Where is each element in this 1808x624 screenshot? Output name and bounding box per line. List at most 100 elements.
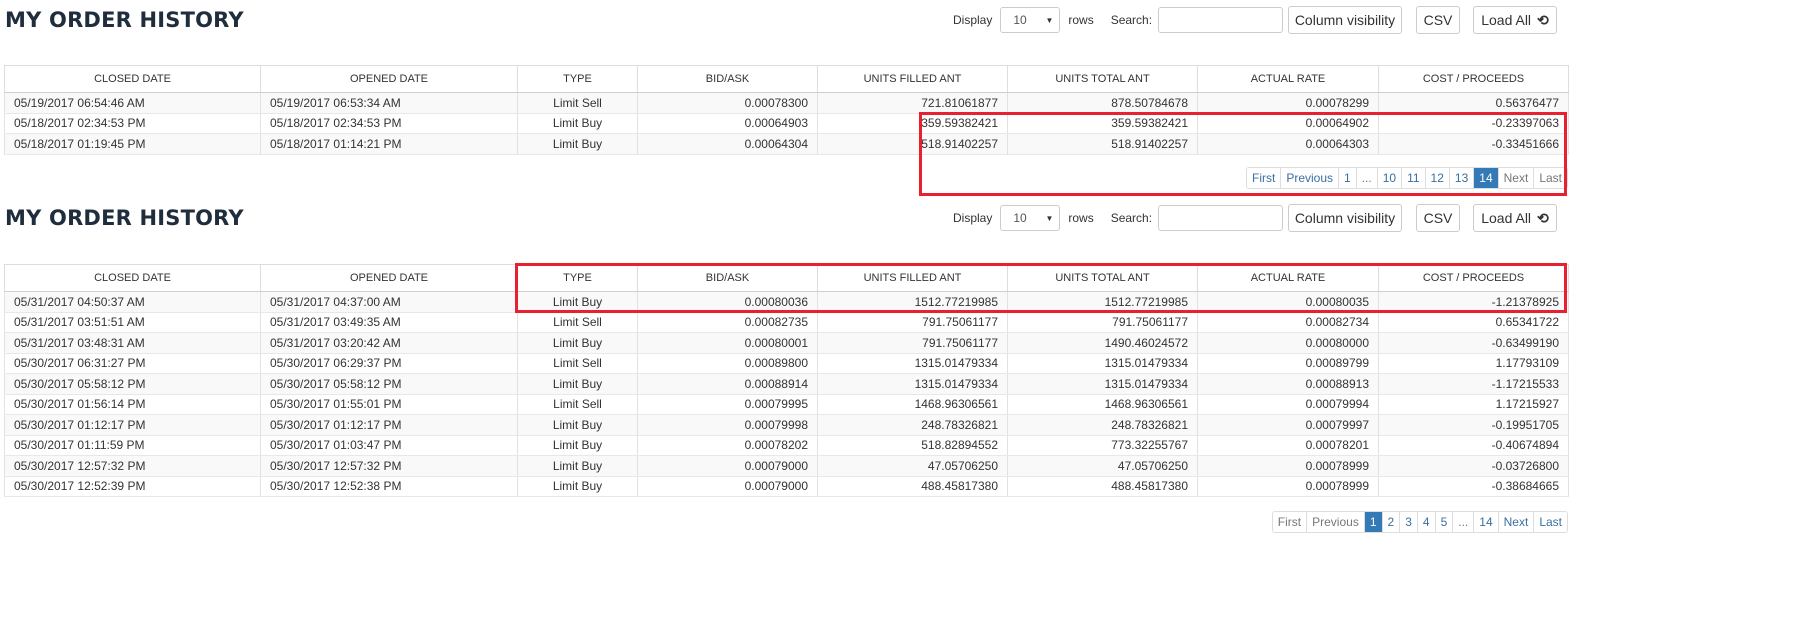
cell-closed-date: 05/30/2017 12:52:39 PM bbox=[4, 476, 261, 497]
column-header-closed-date[interactable]: CLOSED DATE bbox=[4, 65, 261, 93]
column-header-bid-ask[interactable]: BID/ASK bbox=[637, 65, 818, 93]
column-header-actual-rate[interactable]: ACTUAL RATE bbox=[1197, 65, 1379, 93]
pagination-page[interactable]: 3 bbox=[1400, 512, 1418, 532]
table-length-controls: Display 10 ▼ rows Search: bbox=[953, 6, 1284, 34]
table-row: 05/31/2017 03:48:31 AM 05/31/2017 03:20:… bbox=[4, 332, 1569, 354]
cell-bid-ask: 0.00079000 bbox=[637, 476, 818, 497]
cell-bid-ask: 0.00064304 bbox=[637, 133, 818, 155]
pagination-page[interactable]: 14 bbox=[1474, 512, 1499, 532]
pagination-first[interactable]: First bbox=[1247, 168, 1282, 188]
pagination-page[interactable]: 2 bbox=[1382, 512, 1401, 532]
pagination-last[interactable]: Last bbox=[1534, 512, 1567, 532]
table-row: 05/30/2017 05:58:12 PM 05/30/2017 05:58:… bbox=[4, 373, 1569, 395]
cell-cost-proceeds: -0.03726800 bbox=[1378, 455, 1569, 477]
cell-cost-proceeds: 1.17215927 bbox=[1378, 394, 1569, 415]
cell-opened-date: 05/19/2017 06:53:34 AM bbox=[260, 92, 518, 114]
pagination-page[interactable]: 13 bbox=[1449, 168, 1475, 188]
cell-type: Limit Buy bbox=[517, 332, 638, 354]
column-visibility-button[interactable]: Column visibility bbox=[1288, 6, 1402, 34]
pagination-ellipsis: ... bbox=[1356, 168, 1378, 188]
cell-units-filled: 359.59382421 bbox=[817, 113, 1008, 134]
rows-per-page-value: 10 bbox=[1013, 13, 1027, 27]
column-header-actual-rate[interactable]: ACTUAL RATE bbox=[1197, 264, 1379, 292]
cell-actual-rate: 0.00064303 bbox=[1197, 133, 1379, 155]
cell-type: Limit Buy bbox=[517, 291, 638, 313]
pagination-page[interactable]: 10 bbox=[1377, 168, 1403, 188]
cell-units-total: 791.75061177 bbox=[1007, 312, 1198, 333]
cell-actual-rate: 0.00078999 bbox=[1197, 455, 1379, 477]
column-header-type[interactable]: TYPE bbox=[517, 65, 638, 93]
pagination-page[interactable]: 4 bbox=[1417, 512, 1436, 532]
pagination-page[interactable]: 12 bbox=[1425, 168, 1450, 188]
column-visibility-button[interactable]: Column visibility bbox=[1288, 204, 1402, 232]
cell-closed-date: 05/19/2017 06:54:46 AM bbox=[4, 92, 261, 114]
table-row: 05/30/2017 01:56:14 PM 05/30/2017 01:55:… bbox=[4, 394, 1569, 415]
pagination-page-active[interactable]: 1 bbox=[1364, 512, 1383, 532]
column-header-units-total[interactable]: UNITS TOTAL ANT bbox=[1007, 264, 1198, 292]
table-row: 05/30/2017 01:12:17 PM 05/30/2017 01:12:… bbox=[4, 414, 1569, 436]
cell-actual-rate: 0.00079997 bbox=[1197, 414, 1379, 436]
cell-bid-ask: 0.00064903 bbox=[637, 113, 818, 134]
cell-type: Limit Sell bbox=[517, 312, 638, 333]
cell-opened-date: 05/30/2017 01:12:17 PM bbox=[260, 414, 518, 436]
cell-units-total: 1315.01479334 bbox=[1007, 353, 1198, 374]
load-all-button[interactable]: Load All ⟲ bbox=[1473, 6, 1557, 34]
column-header-cost-proceeds[interactable]: COST / PROCEEDS bbox=[1378, 264, 1569, 292]
reload-icon: ⟲ bbox=[1537, 210, 1549, 226]
cell-units-filled: 721.81061877 bbox=[817, 92, 1008, 114]
rows-per-page-select[interactable]: 10 ▼ bbox=[1000, 7, 1061, 33]
cell-units-total: 878.50784678 bbox=[1007, 92, 1198, 114]
cell-units-total: 488.45817380 bbox=[1007, 476, 1198, 497]
column-header-cost-proceeds[interactable]: COST / PROCEEDS bbox=[1378, 65, 1569, 93]
csv-button[interactable]: CSV bbox=[1416, 204, 1460, 232]
cell-bid-ask: 0.00089800 bbox=[637, 353, 818, 374]
table-row: 05/30/2017 12:57:32 PM 05/30/2017 12:57:… bbox=[4, 455, 1569, 477]
cell-opened-date: 05/18/2017 01:14:21 PM bbox=[260, 133, 518, 155]
column-header-type[interactable]: TYPE bbox=[517, 264, 638, 292]
cell-cost-proceeds: -0.19951705 bbox=[1378, 414, 1569, 436]
cell-units-total: 359.59382421 bbox=[1007, 113, 1198, 134]
cell-units-filled: 1512.77219985 bbox=[817, 291, 1008, 313]
pagination-page[interactable]: 1 bbox=[1339, 168, 1357, 188]
column-header-units-filled[interactable]: UNITS FILLED ANT bbox=[817, 65, 1008, 93]
cell-units-total: 1490.46024572 bbox=[1007, 332, 1198, 354]
pagination-previous[interactable]: Previous bbox=[1281, 168, 1340, 188]
pagination-next[interactable]: Next bbox=[1498, 168, 1535, 188]
cell-closed-date: 05/30/2017 01:56:14 PM bbox=[4, 394, 261, 415]
rows-per-page-select[interactable]: 10 ▼ bbox=[1000, 205, 1061, 231]
page-title: MY ORDER HISTORY bbox=[5, 8, 244, 32]
cell-units-total: 1468.96306561 bbox=[1007, 394, 1198, 415]
column-header-opened-date[interactable]: OPENED DATE bbox=[260, 65, 518, 93]
column-header-closed-date[interactable]: CLOSED DATE bbox=[4, 264, 261, 292]
search-input[interactable] bbox=[1158, 7, 1284, 33]
cell-opened-date: 05/30/2017 06:29:37 PM bbox=[260, 353, 518, 374]
cell-type: Limit Buy bbox=[517, 414, 638, 436]
column-header-opened-date[interactable]: OPENED DATE bbox=[260, 264, 518, 292]
cell-cost-proceeds: -1.21378925 bbox=[1378, 291, 1569, 313]
pagination-page[interactable]: 5 bbox=[1435, 512, 1454, 532]
cell-closed-date: 05/31/2017 03:48:31 AM bbox=[4, 332, 261, 354]
pagination-previous[interactable]: Previous bbox=[1307, 512, 1365, 532]
pagination-last[interactable]: Last bbox=[1534, 168, 1567, 188]
order-history-table: CLOSED DATE OPENED DATE TYPE BID/ASK UNI… bbox=[4, 264, 1569, 497]
pagination-next[interactable]: Next bbox=[1498, 512, 1535, 532]
cell-bid-ask: 0.00088914 bbox=[637, 373, 818, 395]
pagination-page[interactable]: 11 bbox=[1402, 168, 1426, 188]
display-label: Display bbox=[953, 13, 993, 27]
cell-units-filled: 248.78326821 bbox=[817, 414, 1008, 436]
search-input[interactable] bbox=[1158, 205, 1284, 231]
pagination-first[interactable]: First bbox=[1272, 512, 1308, 532]
cell-units-filled: 1315.01479334 bbox=[817, 373, 1008, 395]
column-header-units-total[interactable]: UNITS TOTAL ANT bbox=[1007, 65, 1198, 93]
cell-actual-rate: 0.00078999 bbox=[1197, 476, 1379, 497]
pagination-page-active[interactable]: 14 bbox=[1474, 168, 1499, 188]
load-all-button[interactable]: Load All ⟲ bbox=[1473, 204, 1557, 232]
csv-button[interactable]: CSV bbox=[1416, 6, 1460, 34]
cell-units-filled: 518.82894552 bbox=[817, 435, 1008, 456]
order-history-table: CLOSED DATE OPENED DATE TYPE BID/ASK UNI… bbox=[4, 65, 1569, 155]
column-header-bid-ask[interactable]: BID/ASK bbox=[637, 264, 818, 292]
column-header-units-filled[interactable]: UNITS FILLED ANT bbox=[817, 264, 1008, 292]
rows-per-page-value: 10 bbox=[1013, 211, 1027, 225]
cell-closed-date: 05/30/2017 01:12:17 PM bbox=[4, 414, 261, 436]
page-title: MY ORDER HISTORY bbox=[5, 206, 244, 230]
